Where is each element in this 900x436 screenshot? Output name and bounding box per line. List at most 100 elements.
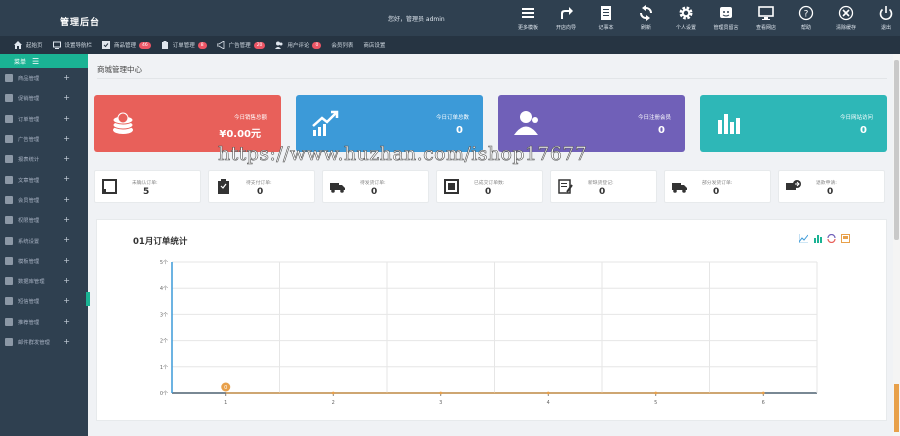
personal-settings-button[interactable]: 个人设置	[666, 2, 706, 34]
card-label: 退款申请:	[816, 181, 837, 186]
nav-label: 商品管理	[114, 43, 137, 49]
checkbox-icon	[102, 41, 111, 49]
expand-plus-icon[interactable]: +	[63, 93, 70, 102]
expand-plus-icon[interactable]: +	[63, 337, 70, 346]
stat-orders[interactable]: 今日订单总数 0	[296, 95, 483, 152]
nav-store-settings[interactable]: 商店设置	[363, 41, 385, 49]
greeting-text: 您好，管理员 admin	[388, 16, 445, 23]
scrollbar-thumb[interactable]	[894, 60, 899, 240]
sidebar-item-label: 系统设置	[18, 238, 40, 245]
card-refund-requests[interactable]: 退款申请: 0	[778, 170, 885, 203]
sidebar: 菜单 ☰ 商品管理 + 促销管理 + 订单管理 + 广告管理 + 报表统计 + 文章管理 +…	[0, 54, 90, 436]
expand-plus-icon[interactable]: +	[63, 317, 70, 326]
sidebar-item-sms[interactable]: 短信管理 +	[0, 291, 88, 311]
sidebar-item-members[interactable]: 会员管理 +	[0, 190, 88, 210]
stat-sales[interactable]: 今日销售总额 ¥0.00元	[94, 95, 281, 152]
notepad-icon	[601, 6, 611, 20]
sidebar-item-system[interactable]: 系统设置 +	[0, 230, 88, 250]
stat-visits[interactable]: 今日网站访问 0	[700, 95, 887, 152]
sidebar-item-email[interactable]: 邮件群发管理 +	[0, 332, 88, 352]
sidebar-item-database[interactable]: 数据库管理 +	[0, 271, 88, 291]
page-scrollbar[interactable]	[893, 54, 900, 436]
tool-label: 退出	[880, 25, 891, 31]
bar-chart-icon	[718, 114, 740, 134]
monitor-icon	[52, 41, 61, 49]
view-store-button[interactable]: 查看网店	[746, 2, 786, 34]
sidebar-item-permissions[interactable]: 权限管理 +	[0, 210, 88, 230]
stat-label: 今日订单总数	[435, 115, 469, 121]
card-partial-shipped[interactable]: 部分发货订单: 0	[664, 170, 771, 203]
nav-home[interactable]: 起始页	[14, 41, 43, 49]
x-tick-label: 1	[224, 400, 227, 406]
card-out-of-stock[interactable]: 新缺货登记: 0	[550, 170, 657, 203]
logout-button[interactable]: 退出	[866, 2, 900, 34]
expand-plus-icon[interactable]: +	[63, 134, 70, 143]
card-label: 未确认订单:	[132, 181, 158, 186]
sms-icon	[5, 297, 13, 306]
nav-goods[interactable]: 商品管理 46	[102, 41, 151, 49]
help-icon: ?	[798, 5, 814, 21]
gear-icon	[679, 6, 693, 20]
sidebar-item-promotion[interactable]: 促销管理 +	[0, 88, 88, 108]
expand-plus-icon[interactable]: +	[63, 276, 70, 285]
card-completed-orders[interactable]: 已成交订单数: 0	[436, 170, 543, 203]
sidebar-item-recommend[interactable]: 推荐管理 +	[0, 312, 88, 332]
users-icon	[514, 111, 538, 135]
expand-plus-icon[interactable]: +	[63, 114, 70, 123]
nav-members[interactable]: 会员列表	[331, 41, 353, 49]
sidebar-item-goods[interactable]: 商品管理 +	[0, 68, 88, 88]
expand-plus-icon[interactable]: +	[63, 296, 70, 305]
expand-plus-icon[interactable]: +	[63, 73, 70, 82]
admin-message-button[interactable]: 管理员留言	[706, 2, 746, 34]
nav-ads[interactable]: 广告管理 20	[216, 40, 266, 50]
order-line-chart: 0个 1个 2个 3个 4个 5个 1 2 3 4 5 6 0	[160, 260, 818, 406]
stat-value: 0	[456, 125, 463, 136]
truck-icon	[330, 183, 345, 193]
card-unshipped-orders[interactable]: 待发货订单: 0	[322, 170, 429, 203]
expand-plus-icon[interactable]: +	[63, 195, 70, 204]
y-tick-label: 4个	[160, 286, 168, 292]
sidebar-item-reports[interactable]: 报表统计 +	[0, 149, 88, 169]
help-button[interactable]: ? 帮助	[786, 2, 826, 34]
stat-label: 今日网站访问	[839, 115, 873, 121]
trend-up-icon	[312, 110, 339, 136]
scroll-marker	[894, 384, 899, 432]
card-unpaid-orders[interactable]: 待支付订单: 0	[208, 170, 315, 203]
setup-wizard-button[interactable]: 开店向导	[546, 2, 586, 34]
refresh-button[interactable]: 刷新	[626, 2, 666, 34]
order-box-icon	[102, 179, 117, 194]
expand-plus-icon[interactable]: +	[63, 256, 70, 265]
sidebar-item-templates[interactable]: 模板管理 +	[0, 251, 88, 271]
card-value: 0	[257, 187, 264, 197]
tool-label: 开店向导	[555, 25, 576, 31]
expand-plus-icon[interactable]: +	[63, 215, 70, 224]
nav-label: 设置导航栏	[64, 43, 93, 49]
data-point	[331, 391, 335, 395]
nav-settings[interactable]: 设置导航栏	[52, 41, 93, 49]
expand-plus-icon[interactable]: +	[63, 154, 70, 163]
stat-value: 0	[658, 125, 665, 136]
data-point	[546, 391, 550, 395]
sidebar-menu-header[interactable]: 菜单 ☰	[0, 54, 88, 68]
more-templates-button[interactable]: 更多模板	[510, 2, 546, 34]
notepad-button[interactable]: 记事本	[586, 2, 626, 34]
expand-plus-icon[interactable]: +	[63, 235, 70, 244]
card-unconfirmed-orders[interactable]: 未确认订单: 5	[94, 170, 201, 203]
nav-label: 广告管理	[228, 43, 251, 49]
highlight-label: 0	[224, 385, 227, 391]
monitor-icon	[758, 6, 774, 20]
expand-plus-icon[interactable]: +	[63, 174, 70, 183]
top-header: 管理后台 您好，管理员 admin 更多模板 开店向导 记事本 刷新 个人设置 …	[0, 0, 900, 36]
header-toolbar: 更多模板 开店向导 记事本 刷新 个人设置 管理员留言 查看网店 ? 帮助 清除…	[510, 2, 900, 34]
x-tick-label: 2	[332, 400, 335, 406]
count-badge: 20	[253, 41, 266, 49]
clipboard-icon	[161, 41, 169, 49]
card-label: 已成交订单数:	[474, 181, 505, 186]
clear-cache-button[interactable]: 清除缓存	[826, 2, 866, 34]
nav-orders[interactable]: 订单管理 8	[161, 41, 207, 49]
sidebar-item-articles[interactable]: 文章管理 +	[0, 169, 88, 189]
stat-members[interactable]: 今日注册会员 0	[498, 95, 685, 152]
sidebar-item-orders[interactable]: 订单管理 +	[0, 109, 88, 129]
nav-comments[interactable]: 用户评论 0	[275, 41, 322, 49]
sidebar-item-ads[interactable]: 广告管理 +	[0, 129, 88, 149]
